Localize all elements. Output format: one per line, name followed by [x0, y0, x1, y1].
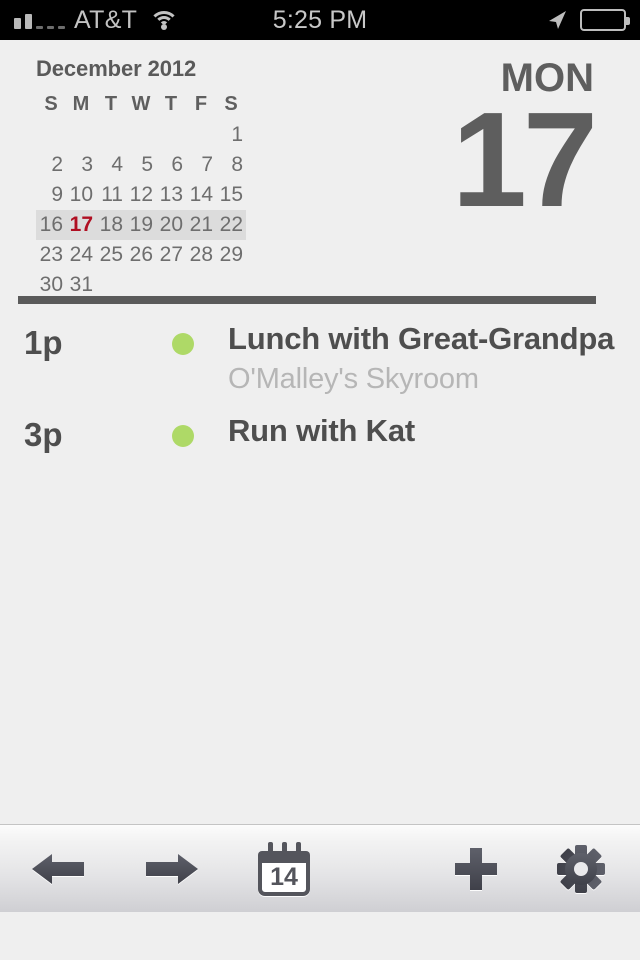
- calendar-week-row: 9 10 11 12 13 14 15: [36, 180, 246, 210]
- calendar-day-cell[interactable]: 1: [216, 120, 246, 150]
- mini-month-calendar[interactable]: December 2012 S M T W T F S 1 2 3 4 5 6 …: [36, 56, 296, 300]
- previous-day-button[interactable]: [30, 849, 86, 889]
- calendar-day-cell: [186, 120, 216, 150]
- calendar-day-cell[interactable]: 4: [96, 150, 126, 180]
- calendar-day-cell[interactable]: 12: [126, 180, 156, 210]
- event-color-dot-icon: [172, 333, 194, 355]
- mini-calendar-grid[interactable]: S M T W T F S 1 2 3 4 5 6 7 8 9 10 11 12…: [36, 90, 246, 300]
- calendar-day-cell: [126, 270, 156, 300]
- calendar-week-row: 23 24 25 26 27 28 29: [36, 240, 246, 270]
- selected-date-display: MON 17: [451, 58, 598, 235]
- event-details: Lunch with Great-Grandpa O'Malley's Skyr…: [228, 320, 620, 400]
- calendar-day-cell[interactable]: 20: [156, 210, 186, 240]
- weekday-header-row: S M T W T F S: [36, 90, 246, 120]
- calendar-day-cell: [216, 270, 246, 300]
- plus-icon: [455, 847, 497, 890]
- calendar-day-cell[interactable]: 9: [36, 180, 66, 210]
- add-event-button[interactable]: [452, 845, 500, 893]
- weekday-header: T: [104, 92, 118, 115]
- calendar-day-cell: [186, 270, 216, 300]
- event-title: Lunch with Great-Grandpa: [228, 321, 615, 356]
- calendar-day-cell[interactable]: 22: [216, 210, 246, 240]
- event-title: Run with Kat: [228, 413, 416, 448]
- calendar-day-cell[interactable]: 23: [36, 240, 66, 270]
- calendar-day-cell[interactable]: 29: [216, 240, 246, 270]
- calendar-day-cell[interactable]: 21: [186, 210, 216, 240]
- gear-icon: [557, 844, 605, 893]
- calendar-day-cell[interactable]: 2: [36, 150, 66, 180]
- calendar-day-cell[interactable]: 16: [36, 210, 66, 240]
- calendar-day-cell[interactable]: 31: [66, 270, 96, 300]
- today-button[interactable]: 14: [258, 841, 310, 896]
- calendar-day-cell[interactable]: 18: [96, 210, 126, 240]
- status-bar-right: [546, 9, 640, 31]
- calendar-day-cell[interactable]: 5: [126, 150, 156, 180]
- event-time: 3p: [24, 416, 63, 453]
- calendar-day-cell: [96, 270, 126, 300]
- weekday-header: S: [224, 92, 238, 115]
- calendar-day-cell[interactable]: 26: [126, 240, 156, 270]
- event-list-item[interactable]: 3p Run with Kat: [0, 412, 640, 458]
- event-time: 1p: [24, 324, 63, 361]
- event-color-dot-wrap: [172, 412, 228, 447]
- calendar-day-cell[interactable]: 15: [216, 180, 246, 210]
- calendar-day-cell[interactable]: 6: [156, 150, 186, 180]
- calendar-day-cell[interactable]: 3: [66, 150, 96, 180]
- weekday-header: W: [131, 92, 151, 115]
- calendar-day-cell: [126, 120, 156, 150]
- calendar-day-cell: [156, 270, 186, 300]
- calendar-week-row: 30 31: [36, 270, 246, 300]
- event-list-item[interactable]: 1p Lunch with Great-Grandpa O'Malley's S…: [0, 320, 640, 400]
- calendar-day-cell: [36, 120, 66, 150]
- status-bar-time: 5:25 PM: [272, 5, 368, 34]
- calendar-week-row-selected: 16 17 18 19 20 21 22: [36, 210, 246, 240]
- calendar-day-cell[interactable]: 8: [216, 150, 246, 180]
- weekday-header: F: [194, 92, 208, 115]
- calendar-day-cell: [96, 120, 126, 150]
- settings-button[interactable]: [556, 844, 606, 894]
- event-color-dot-wrap: [172, 320, 228, 355]
- battery-icon: [580, 9, 630, 31]
- calendar-week-row: 2 3 4 5 6 7 8: [36, 150, 246, 180]
- toolbar-right-group: [452, 844, 640, 894]
- calendar-day-cell[interactable]: 11: [96, 180, 126, 210]
- arrow-left-icon: [32, 853, 84, 884]
- location-arrow-icon: [546, 9, 568, 31]
- event-location: O'Malley's Skyroom: [228, 363, 479, 395]
- status-bar: AT&T 5:25 PM: [0, 0, 640, 40]
- calendar-icon-day: 14: [270, 862, 298, 891]
- event-details: Run with Kat: [228, 412, 620, 450]
- calendar-day-cell-today[interactable]: 17: [66, 210, 96, 240]
- month-title: December 2012: [36, 56, 197, 81]
- toolbar-left-group: 14: [0, 841, 310, 896]
- calendar-day-cell[interactable]: 25: [96, 240, 126, 270]
- calendar-day-cell: [66, 120, 96, 150]
- arrow-right-icon: [146, 853, 198, 884]
- calendar-day-cell[interactable]: 19: [126, 210, 156, 240]
- calendar-day-cell[interactable]: 30: [36, 270, 66, 300]
- weekday-header: S: [44, 92, 58, 115]
- calendar-day-cell[interactable]: 10: [66, 180, 96, 210]
- event-color-dot-icon: [172, 425, 194, 447]
- weekday-header: M: [72, 92, 90, 115]
- next-day-button[interactable]: [144, 849, 200, 889]
- calendar-day-cell: [156, 120, 186, 150]
- calendar-day-cell[interactable]: 27: [156, 240, 186, 270]
- calendar-day-cell[interactable]: 28: [186, 240, 216, 270]
- bottom-toolbar: 14: [0, 824, 640, 912]
- calendar-day-cell[interactable]: 24: [66, 240, 96, 270]
- selected-day-number: 17: [451, 84, 598, 235]
- event-list: 1p Lunch with Great-Grandpa O'Malley's S…: [0, 304, 640, 458]
- calendar-day-cell[interactable]: 14: [186, 180, 216, 210]
- calendar-icon: 14: [258, 841, 310, 896]
- calendar-header-section: December 2012 S M T W T F S 1 2 3 4 5 6 …: [0, 40, 640, 296]
- calendar-week-row: 1: [36, 120, 246, 150]
- weekday-header: T: [164, 92, 178, 115]
- calendar-day-cell[interactable]: 13: [156, 180, 186, 210]
- calendar-screen: December 2012 S M T W T F S 1 2 3 4 5 6 …: [0, 40, 640, 912]
- calendar-day-cell[interactable]: 7: [186, 150, 216, 180]
